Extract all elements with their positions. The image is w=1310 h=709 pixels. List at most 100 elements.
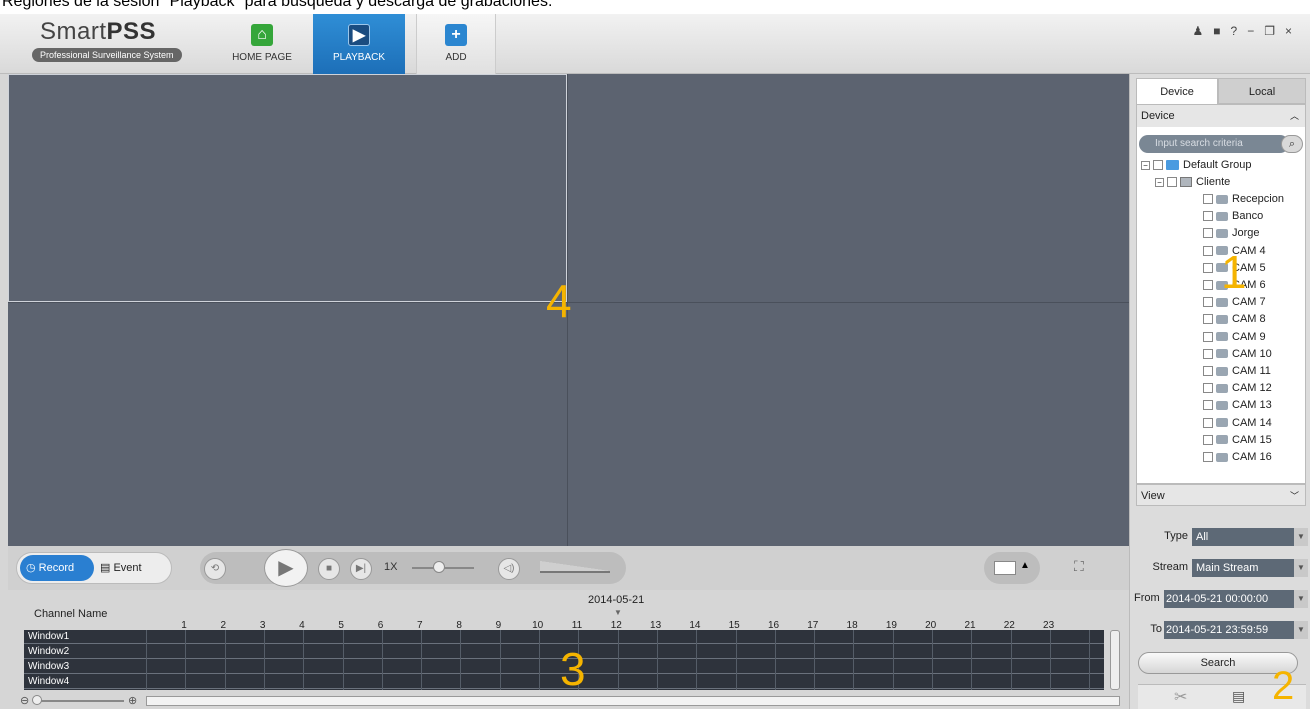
tree-camera[interactable]: CAM 13 — [1203, 399, 1272, 411]
grid-column-line — [1049, 630, 1051, 690]
grid-column-line — [774, 630, 776, 690]
volume-slider[interactable] — [540, 561, 610, 573]
scissors-icon[interactable]: ✂ — [1174, 687, 1187, 707]
zoom-slider-handle[interactable] — [32, 695, 42, 705]
lock-icon[interactable]: ■ — [1213, 24, 1230, 38]
camera-checkbox[interactable] — [1203, 452, 1213, 463]
device-checkbox[interactable] — [1167, 177, 1177, 188]
next-frame-button[interactable]: ▶| — [350, 558, 372, 580]
camera-checkbox[interactable] — [1203, 297, 1213, 308]
camera-checkbox[interactable] — [1203, 383, 1213, 394]
tree-group[interactable]: − Default Group — [1141, 159, 1251, 171]
minimize-button[interactable]: − — [1247, 24, 1264, 38]
search-icon[interactable]: ⌕ — [1281, 135, 1303, 153]
fullscreen-icon[interactable]: ⛶ — [1074, 558, 1084, 575]
tree-camera[interactable]: CAM 16 — [1203, 451, 1272, 463]
layout-picker[interactable]: ▲ — [984, 552, 1040, 584]
tree-camera[interactable]: CAM 15 — [1203, 434, 1272, 446]
tree-device[interactable]: − Cliente — [1155, 176, 1230, 188]
download-list-icon[interactable]: ▤ — [1232, 688, 1245, 705]
restore-icon[interactable]: ❐ — [1264, 24, 1285, 38]
dropdown-arrow-icon[interactable]: ▼ — [1294, 559, 1308, 577]
camera-checkbox[interactable] — [1203, 434, 1213, 445]
camera-checkbox[interactable] — [1203, 366, 1213, 377]
video-window-1[interactable] — [8, 74, 567, 302]
tab-record[interactable]: ◷ Record — [20, 555, 94, 581]
device-search-input[interactable]: Input search criteria — [1139, 135, 1289, 153]
zoom-out-icon[interactable]: ⊖ — [20, 694, 29, 707]
nav-playback[interactable]: ▶ PLAYBACK — [313, 14, 405, 74]
tree-camera[interactable]: Recepcion — [1203, 193, 1284, 205]
camera-icon — [1216, 194, 1228, 204]
camera-checkbox[interactable] — [1203, 280, 1213, 291]
tree-camera[interactable]: CAM 11 — [1203, 365, 1271, 377]
nav-home-page[interactable]: ⌂ HOME PAGE — [222, 14, 302, 74]
speed-slider-handle[interactable] — [433, 561, 445, 573]
camera-icon — [1216, 383, 1228, 393]
tree-camera[interactable]: CAM 8 — [1203, 313, 1266, 325]
tree-camera[interactable]: CAM 9 — [1203, 331, 1266, 343]
dropdown-arrow-icon[interactable]: ▼ — [1294, 528, 1308, 546]
tab-local[interactable]: Local — [1218, 78, 1306, 104]
tree-camera[interactable]: CAM 14 — [1203, 417, 1272, 429]
tree-camera[interactable]: Banco — [1203, 210, 1263, 222]
tree-camera[interactable]: CAM 10 — [1203, 348, 1272, 360]
camera-checkbox[interactable] — [1203, 211, 1213, 222]
from-label: From — [1134, 592, 1160, 604]
grid-column-line — [381, 630, 383, 690]
split-screen-icon — [994, 561, 1016, 575]
camera-checkbox[interactable] — [1203, 194, 1213, 205]
dropdown-arrow-icon[interactable]: ▼ — [1294, 621, 1308, 639]
camera-icon — [1216, 349, 1228, 359]
grid-column-line — [617, 630, 619, 690]
camera-checkbox[interactable] — [1203, 417, 1213, 428]
timeline-vertical-scrollbar[interactable] — [1110, 630, 1120, 690]
nav-add[interactable]: + ADD — [416, 14, 496, 74]
user-icon[interactable]: ♟ — [1193, 24, 1214, 38]
camera-icon — [1216, 297, 1228, 307]
zoom-slider[interactable] — [34, 700, 124, 702]
playback-control-bar: ◷ Record ▤ Event ⟲ ▶ ■ ▶| 1X ◁) ▲ ⛶ — [8, 546, 1129, 590]
camera-checkbox[interactable] — [1203, 314, 1213, 325]
view-section-header[interactable]: View ﹀ — [1136, 484, 1306, 506]
zoom-in-icon[interactable]: ⊕ — [128, 694, 137, 707]
stream-select[interactable]: Main Stream — [1192, 559, 1294, 577]
camera-checkbox[interactable] — [1203, 331, 1213, 342]
speed-label: 1X — [384, 561, 398, 573]
camera-icon — [1216, 211, 1228, 221]
group-checkbox[interactable] — [1153, 160, 1163, 171]
grid-column-line — [814, 630, 816, 690]
chevron-up-icon: ︿ — [1289, 111, 1299, 121]
tab-device[interactable]: Device — [1136, 78, 1218, 104]
device-section-header[interactable]: Device ︿ — [1137, 105, 1305, 127]
from-datetime[interactable]: 2014-05-21 00:00:00 — [1164, 590, 1294, 608]
region-label-1: 1 — [1221, 246, 1247, 298]
tree-camera[interactable]: Jorge — [1203, 227, 1260, 239]
list-icon: ▤ — [100, 562, 114, 574]
tree-camera[interactable]: CAM 12 — [1203, 382, 1272, 394]
top-bar: SmartPSS Professional Surveillance Syste… — [0, 14, 1310, 74]
help-button[interactable]: ? — [1231, 24, 1248, 38]
type-select[interactable]: All — [1192, 528, 1294, 546]
camera-checkbox[interactable] — [1203, 400, 1213, 411]
camera-checkbox[interactable] — [1203, 348, 1213, 359]
to-datetime[interactable]: 2014-05-21 23:59:59 — [1164, 621, 1294, 639]
camera-icon — [1216, 400, 1228, 410]
nav-home-label: HOME PAGE — [232, 52, 292, 63]
collapse-icon[interactable]: − — [1155, 177, 1164, 187]
collapse-icon[interactable]: − — [1141, 160, 1150, 170]
tab-event[interactable]: ▤ Event — [100, 555, 170, 581]
stop-button[interactable]: ■ — [318, 558, 340, 580]
camera-checkbox[interactable] — [1203, 228, 1213, 239]
dropdown-arrow-icon[interactable]: ▼ — [1294, 590, 1308, 608]
caption-text: Regiones de la sesión "Playback" para bú… — [0, 0, 1310, 14]
timeline-horizontal-scrollbar[interactable] — [146, 696, 1120, 706]
camera-checkbox[interactable] — [1203, 245, 1213, 256]
grid-column-line — [1089, 630, 1091, 690]
camera-checkbox[interactable] — [1203, 262, 1213, 273]
close-button[interactable]: × — [1285, 24, 1302, 38]
nav-playback-label: PLAYBACK — [332, 52, 386, 63]
play-button[interactable]: ▶ — [264, 549, 308, 587]
sync-play-button[interactable]: ⟲ — [204, 558, 226, 580]
volume-icon[interactable]: ◁) — [498, 558, 520, 580]
